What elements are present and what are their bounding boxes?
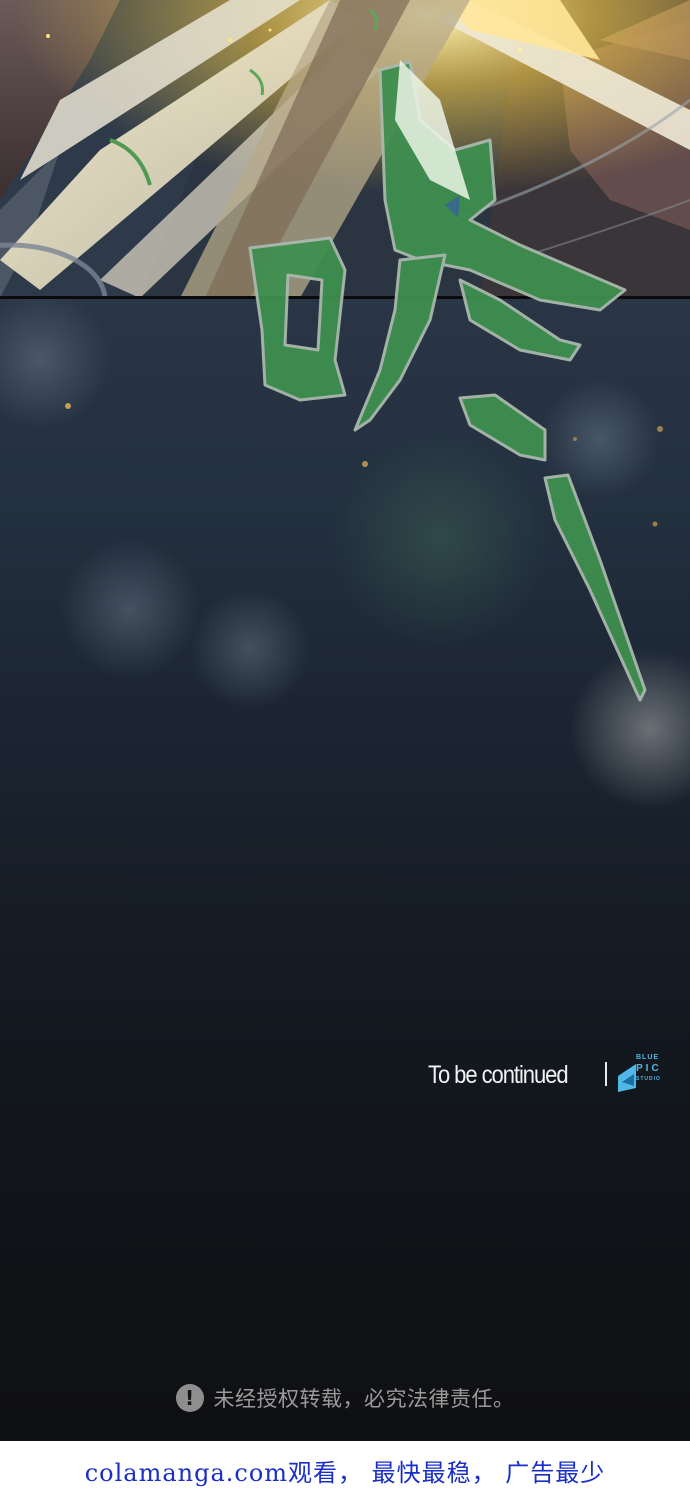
exclamation-icon: ! xyxy=(175,1384,204,1412)
to-be-continued: To be continued BLUE PIC STUDIO xyxy=(428,1054,660,1092)
studio-logo: BLUE PIC STUDIO xyxy=(614,1052,660,1094)
to-be-continued-text: To be continued xyxy=(428,1060,569,1089)
dark-panel xyxy=(0,299,690,1441)
action-panel xyxy=(0,0,690,298)
logo-line-1: BLUE xyxy=(636,1054,660,1061)
logo-line-3: STUDIO xyxy=(636,1076,661,1082)
copyright-notice: ! 未经授权转载，必究法律责任。 xyxy=(0,1378,690,1418)
bokeh-background xyxy=(0,299,690,809)
action-scene-art xyxy=(0,0,690,298)
footer-watermark: colamanga.com观看， 最快最稳， 广告最少 xyxy=(0,1441,690,1499)
footer-link-text[interactable]: colamanga.com观看， 最快最稳， 广告最少 xyxy=(85,1453,606,1488)
logo-line-2: PIC xyxy=(636,1063,662,1074)
notice-text: 未经授权转载，必究法律责任。 xyxy=(213,1387,515,1411)
separator-bar xyxy=(605,1062,607,1086)
